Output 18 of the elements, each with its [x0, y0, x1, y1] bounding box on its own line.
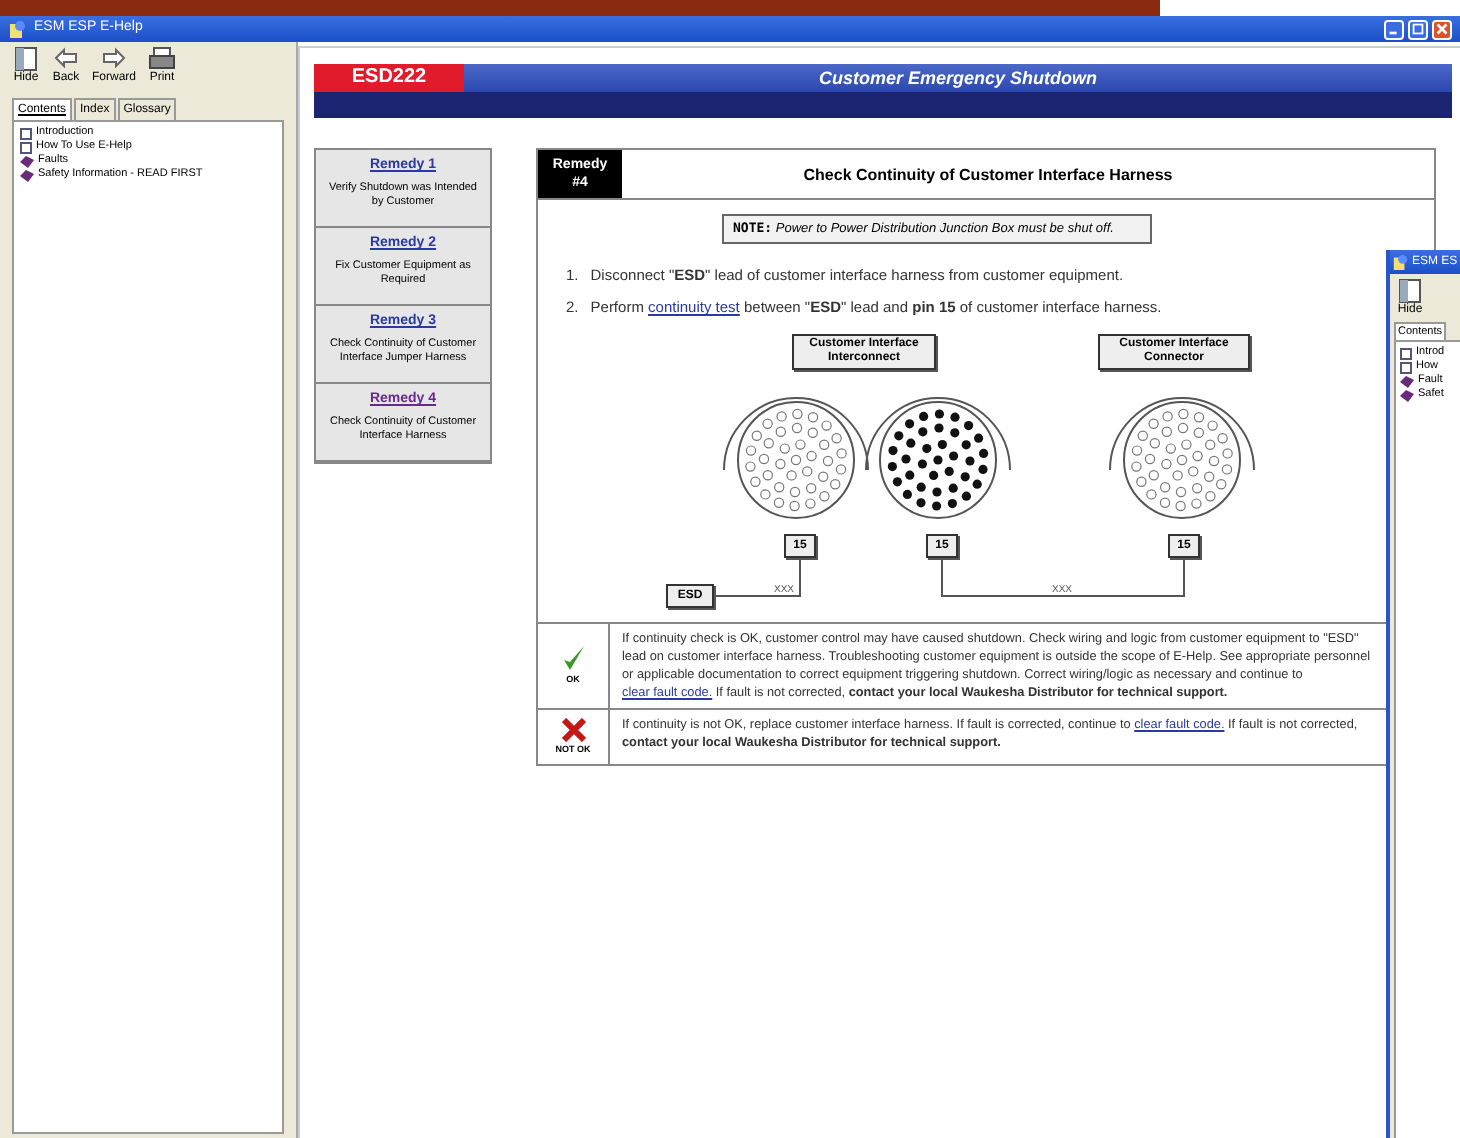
help-icon	[1392, 254, 1408, 270]
printer-icon	[148, 46, 177, 72]
page-title: Customer Emergency Shutdown	[816, 66, 1100, 92]
check-icon	[561, 643, 585, 672]
help-icon	[8, 20, 26, 38]
wire	[713, 556, 801, 596]
cross-icon	[561, 717, 585, 741]
close-button[interactable]	[1432, 19, 1452, 39]
maximize-button[interactable]	[1408, 19, 1428, 39]
back-arrow-icon	[52, 46, 80, 72]
remedy-title: Check Continuity of Customer Interface Harness	[801, 164, 1175, 188]
hide-pane-icon	[1396, 278, 1424, 304]
close-icon	[1434, 20, 1450, 38]
hide-pane-icon	[12, 46, 40, 72]
maximize-icon	[1410, 20, 1426, 38]
forward-arrow-icon	[100, 46, 128, 72]
fault-code: ESD222	[314, 64, 464, 92]
minimize-button[interactable]	[1384, 19, 1404, 39]
